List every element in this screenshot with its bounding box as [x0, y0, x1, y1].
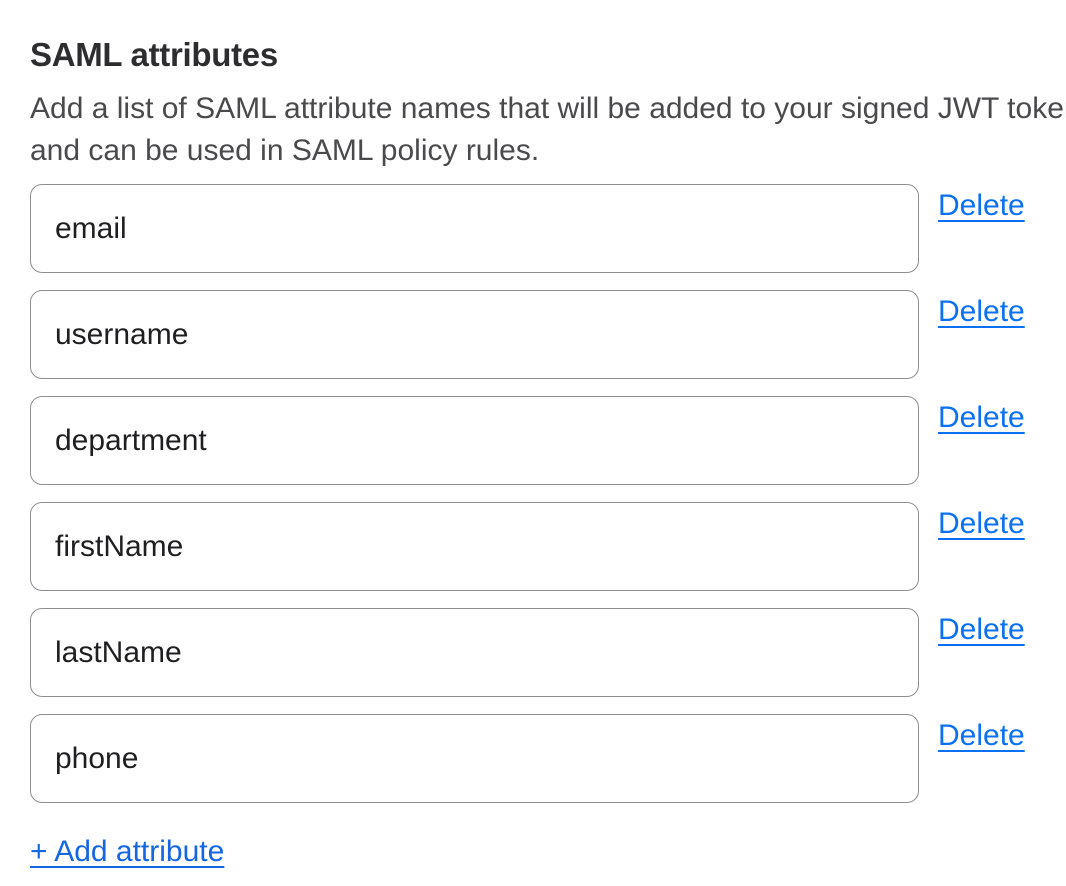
attribute-list: Delete Delete Delete Delete Delete Delet…: [30, 184, 1036, 803]
attribute-row: Delete: [30, 502, 1036, 591]
attribute-row: Delete: [30, 184, 1036, 273]
attribute-row: Delete: [30, 608, 1036, 697]
section-description: Add a list of SAML attribute names that …: [30, 88, 1036, 172]
saml-attributes-section: SAML attributes Add a list of SAML attri…: [0, 0, 1066, 870]
delete-attribute-link[interactable]: Delete: [938, 612, 1025, 647]
attribute-row: Delete: [30, 396, 1036, 485]
section-title: SAML attributes: [30, 36, 1036, 74]
delete-attribute-link[interactable]: Delete: [938, 506, 1025, 541]
description-line: and can be used in SAML policy rules.: [30, 130, 1036, 172]
attribute-name-input[interactable]: [30, 714, 919, 803]
add-attribute-link[interactable]: + Add attribute: [30, 834, 224, 870]
attribute-row: Delete: [30, 290, 1036, 379]
attribute-name-input[interactable]: [30, 396, 919, 485]
attribute-name-input[interactable]: [30, 184, 919, 273]
delete-attribute-link[interactable]: Delete: [938, 188, 1025, 223]
description-line: Add a list of SAML attribute names that …: [30, 88, 1036, 130]
attribute-name-input[interactable]: [30, 502, 919, 591]
delete-attribute-link[interactable]: Delete: [938, 718, 1025, 753]
attribute-name-input[interactable]: [30, 290, 919, 379]
delete-attribute-link[interactable]: Delete: [938, 400, 1025, 435]
attribute-name-input[interactable]: [30, 608, 919, 697]
delete-attribute-link[interactable]: Delete: [938, 294, 1025, 329]
attribute-row: Delete: [30, 714, 1036, 803]
